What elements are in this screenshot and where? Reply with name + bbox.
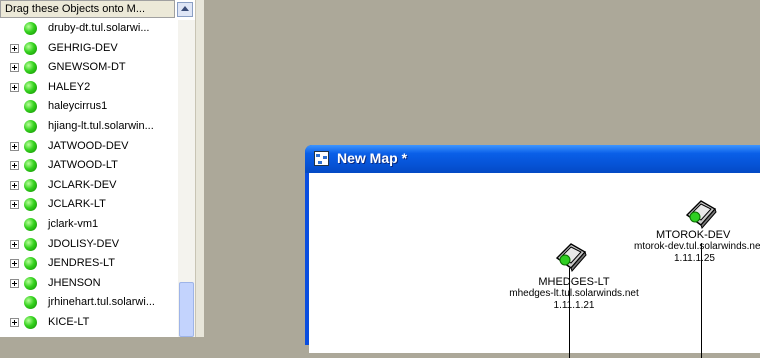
status-up-icon [24,237,37,251]
status-up-icon [24,100,37,114]
status-up-icon [24,296,37,310]
node-hostname: mhedges-lt.tul.solarwinds.net [509,288,639,299]
tree-item[interactable]: JHENSON [0,275,178,295]
tree-item[interactable]: JCLARK-DEV [0,177,178,197]
status-up-icon [24,41,37,55]
tree-item-label: druby-dt.tul.solarwi... [48,22,150,34]
tree-item-label: JENDRES-LT [48,257,116,270]
tree-item-label: JCLARK-LT [48,198,106,211]
node-mtorok[interactable]: MTOROK-DEV mtorok-dev.tul.solarwinds.ne … [634,229,760,265]
tree-item-label: JATWOOD-DEV [48,139,129,152]
laptop-icon[interactable] [553,238,589,272]
map-window-titlebar[interactable]: New Map * [305,145,760,173]
status-up-icon [24,22,37,35]
map-canvas[interactable]: MHEDGES-LT mhedges-lt.tul.solarwinds.net… [309,173,760,358]
expand-plus-icon[interactable] [10,43,19,53]
tree-item-label: KICE-LT [48,315,90,328]
expand-plus-icon[interactable] [10,317,19,327]
status-up-icon [24,315,37,329]
node-ip: 1.11.1.25 [674,253,715,264]
status-up-icon [24,159,37,173]
status-up-icon [24,119,37,133]
tree-item[interactable]: GNEWSOM-DT [0,59,178,79]
expand-plus-icon[interactable] [10,180,19,190]
panel-splitter[interactable] [195,0,204,337]
tree-item[interactable]: JENDRES-LT [0,255,178,275]
status-up-icon [24,61,37,75]
tree-item-label: JDOLISY-DEV [48,237,120,250]
node-name: MTOROK-DEV [656,229,731,241]
tree-item[interactable]: hjiang-lt.tul.solarwin... [0,118,178,138]
tree-scrollbar[interactable] [178,20,195,337]
map-window-title: New Map * [337,150,408,166]
tree-item[interactable]: JATWOOD-LT [0,157,178,177]
status-up-icon [24,178,37,192]
tree-item-label: JATWOOD-LT [48,159,118,172]
node-mhedges[interactable]: MHEDGES-LT mhedges-lt.tul.solarwinds.net… [499,276,649,312]
expand-plus-icon[interactable] [10,63,19,73]
expand-plus-icon[interactable] [10,161,19,171]
tree-item-label: jclark-vm1 [48,217,99,230]
tree-item[interactable]: jrhinehart.tul.solarwi... [0,294,178,314]
tree-item[interactable]: JDOLISY-DEV [0,236,178,256]
tree-item[interactable]: GEHRIG-DEV [0,40,178,60]
expand-plus-icon[interactable] [10,82,19,92]
tree-item[interactable]: haleycirrus1 [0,98,178,118]
tree-item-label: hjiang-lt.tul.solarwin... [48,119,154,132]
node-hostname: mtorok-dev.tul.solarwinds.ne [634,241,760,252]
status-up-icon [24,139,37,153]
tree-item[interactable]: JCLARK-LT [0,196,178,216]
tree-item-label: GNEWSOM-DT [48,61,126,74]
status-up-icon [24,276,37,290]
tree-item[interactable]: jclark-vm1 [0,216,178,236]
expand-plus-icon[interactable] [10,278,19,288]
scrollbar-thumb[interactable] [179,282,194,337]
node-tree[interactable]: druby-dt.tul.solarwi... GEHRIG-DEV GNEWSOM… [0,20,178,337]
laptop-icon[interactable] [683,195,719,229]
tree-item-label: HALEY2 [48,80,91,93]
tree-item[interactable]: HALEY2 [0,79,178,99]
objects-panel: Drag these Objects onto M... druby-dt.tu… [0,0,204,337]
node-name: MHEDGES-LT [538,276,610,288]
tree-item[interactable]: JATWOOD-DEV [0,138,178,158]
tree-item[interactable]: druby-dt.tul.solarwi... [0,20,178,40]
tree-item-label: haleycirrus1 [48,100,108,113]
tree-item-label: jrhinehart.tul.solarwi... [48,296,155,309]
tree-item-label: JHENSON [48,276,101,289]
map-window[interactable]: New Map * MHEDGES-LT mhedges-lt.tul.sola… [305,145,760,358]
tree-item-label: GEHRIG-DEV [48,41,118,54]
expand-plus-icon[interactable] [10,200,19,210]
node-ip: 1.11.1.21 [553,300,595,311]
tree-item[interactable]: KICE-LT [0,314,178,334]
tree-item-label: JCLARK-DEV [48,178,117,191]
status-up-icon [24,80,37,94]
status-up-icon [24,198,37,212]
expand-plus-icon[interactable] [10,259,19,269]
map-window-icon [314,151,329,166]
collapse-panel-button[interactable] [177,2,193,17]
expand-plus-icon[interactable] [10,239,19,249]
status-up-icon [24,217,37,231]
expand-plus-icon[interactable] [10,141,19,151]
status-up-icon [24,257,37,271]
panel-header: Drag these Objects onto M... [0,0,175,18]
